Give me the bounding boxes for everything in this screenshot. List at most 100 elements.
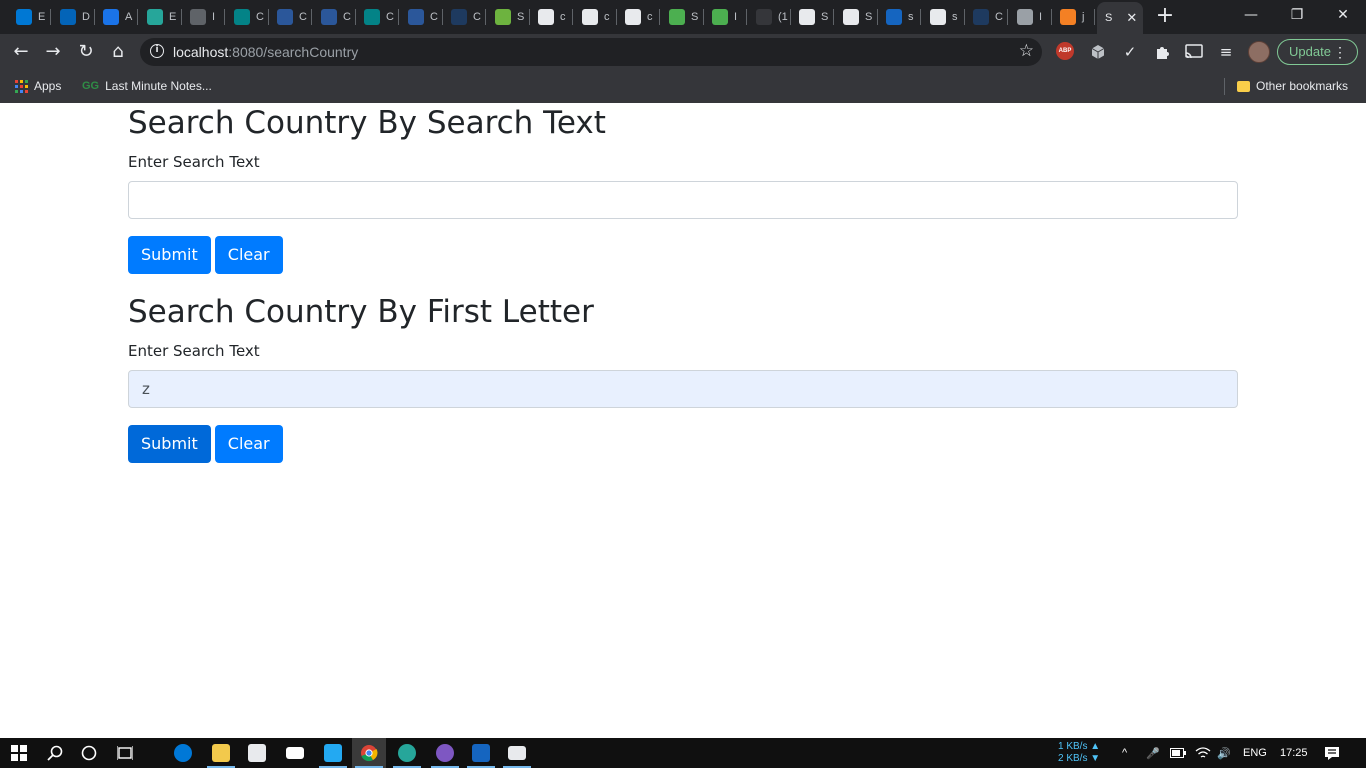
checkmark-extension-icon[interactable]: ✓ (1120, 42, 1140, 62)
tab[interactable]: S (661, 4, 703, 30)
tab[interactable]: C (356, 4, 398, 30)
photos-icon[interactable] (500, 738, 534, 768)
mail-icon[interactable] (278, 738, 312, 768)
tab[interactable]: S (835, 4, 877, 30)
profile-avatar[interactable] (1248, 41, 1270, 63)
tab[interactable]: c (617, 4, 659, 30)
address-bar[interactable]: i localhost:8080/searchCountry ☆ (140, 38, 1042, 66)
tab-favicon-icon (321, 9, 337, 25)
language-indicator[interactable]: ENG (1243, 738, 1267, 768)
vscode-icon[interactable] (316, 738, 350, 768)
back-icon[interactable]: ← (8, 39, 34, 65)
tab-favicon-icon (277, 9, 293, 25)
tab-title: A (125, 11, 133, 23)
tab-separator (485, 9, 486, 25)
bookmark-star-icon[interactable]: ☆ (1019, 41, 1034, 61)
bookmark-other[interactable]: Other bookmarks (1237, 77, 1348, 95)
restore-button[interactable]: ❐ (1274, 0, 1320, 34)
powershell-icon[interactable] (464, 738, 498, 768)
microphone-icon[interactable]: 🎤 (1146, 738, 1160, 768)
tab[interactable]: s (878, 4, 920, 30)
tab-favicon-icon (147, 9, 163, 25)
search-text-label: Enter Search Text (128, 153, 260, 171)
tab[interactable]: C (400, 4, 442, 30)
new-tab-button[interactable]: + (1153, 4, 1177, 30)
search-text-buttons: Submit Clear (128, 236, 1238, 274)
tab-title: S (821, 11, 829, 23)
tab[interactable]: s (922, 4, 964, 30)
url-text[interactable]: localhost:8080/searchCountry (173, 44, 358, 60)
tab[interactable]: A (95, 4, 137, 30)
tab-favicon-icon (190, 9, 206, 25)
tab[interactable]: C (313, 4, 355, 30)
tab-favicon-icon (60, 9, 76, 25)
first-letter-input[interactable]: z (128, 370, 1238, 408)
app-icon[interactable] (390, 738, 424, 768)
tab-title: c (604, 11, 610, 23)
apps-grid-icon (15, 79, 28, 93)
cast-icon[interactable] (1184, 42, 1204, 62)
tab[interactable]: C (965, 4, 1007, 30)
tab-title: S (517, 11, 525, 23)
cube-extension-icon[interactable] (1088, 42, 1108, 62)
search-text-input[interactable] (128, 181, 1238, 219)
clear-button[interactable]: Clear (214, 425, 283, 463)
tab[interactable]: D (52, 4, 94, 30)
update-button[interactable]: Update ⋮ (1277, 39, 1358, 65)
close-window-button[interactable]: ✕ (1320, 0, 1366, 34)
show-hidden-icons[interactable]: ^ (1122, 738, 1127, 768)
bookmark-apps[interactable]: Apps (15, 77, 61, 95)
tab[interactable]: I (182, 4, 224, 30)
site-info-icon[interactable]: i (150, 44, 164, 58)
tab[interactable]: I (1009, 4, 1051, 30)
eclipse-icon[interactable] (428, 738, 462, 768)
tab[interactable]: I (704, 4, 746, 30)
edge-icon[interactable] (166, 738, 200, 768)
chrome-icon[interactable] (352, 738, 386, 768)
extensions-puzzle-icon[interactable] (1152, 42, 1172, 62)
store-icon[interactable] (240, 738, 274, 768)
tab[interactable]: S (791, 4, 833, 30)
media-queue-icon[interactable]: ≡ (1216, 42, 1236, 62)
submit-button[interactable]: Submit (128, 236, 211, 274)
tab[interactable]: (1 (748, 4, 790, 30)
adblock-icon[interactable]: ABP (1056, 42, 1074, 60)
tab[interactable]: C (443, 4, 485, 30)
clear-button[interactable]: Clear (214, 236, 283, 274)
clock[interactable]: 17:25 (1280, 738, 1308, 768)
tab-active[interactable]: S ✕ (1097, 2, 1143, 34)
windows-start-icon[interactable] (2, 738, 36, 768)
cortana-icon[interactable] (72, 738, 106, 768)
tab-favicon-icon (582, 9, 598, 25)
task-view-icon[interactable] (108, 738, 142, 768)
tab[interactable]: j (1052, 4, 1094, 30)
file-explorer-icon[interactable] (204, 738, 238, 768)
tab[interactable]: C (269, 4, 311, 30)
submit-button[interactable]: Submit (128, 425, 211, 463)
close-tab-icon[interactable]: ✕ (1126, 11, 1137, 26)
forward-icon[interactable]: → (40, 39, 66, 65)
tab[interactable]: E (139, 4, 181, 30)
tab[interactable]: S (487, 4, 529, 30)
tab[interactable]: C (226, 4, 268, 30)
battery-icon[interactable] (1170, 738, 1186, 768)
search-icon[interactable] (38, 738, 72, 768)
section-title-search-text: Search Country By Search Text (128, 105, 606, 141)
tab[interactable]: E (8, 4, 50, 30)
volume-icon[interactable]: 🔊 (1217, 738, 1231, 768)
tab[interactable]: c (530, 4, 572, 30)
minimize-button[interactable]: — (1228, 0, 1274, 34)
tab-favicon-icon (16, 9, 32, 25)
tab-favicon-icon (756, 9, 772, 25)
menu-dots-icon[interactable]: ⋮ (1333, 40, 1347, 64)
tab-title: s (952, 11, 958, 23)
tab-separator (1007, 9, 1008, 25)
tab-separator (224, 9, 225, 25)
home-icon[interactable]: ⌂ (105, 39, 131, 65)
tab[interactable]: c (574, 4, 616, 30)
notifications-icon[interactable] (1324, 738, 1340, 768)
bookmark-last-minute-notes[interactable]: GG Last Minute Notes... (82, 77, 212, 95)
wifi-icon[interactable] (1195, 738, 1211, 768)
tab-separator (311, 9, 312, 25)
reload-icon[interactable]: ↻ (73, 39, 99, 65)
